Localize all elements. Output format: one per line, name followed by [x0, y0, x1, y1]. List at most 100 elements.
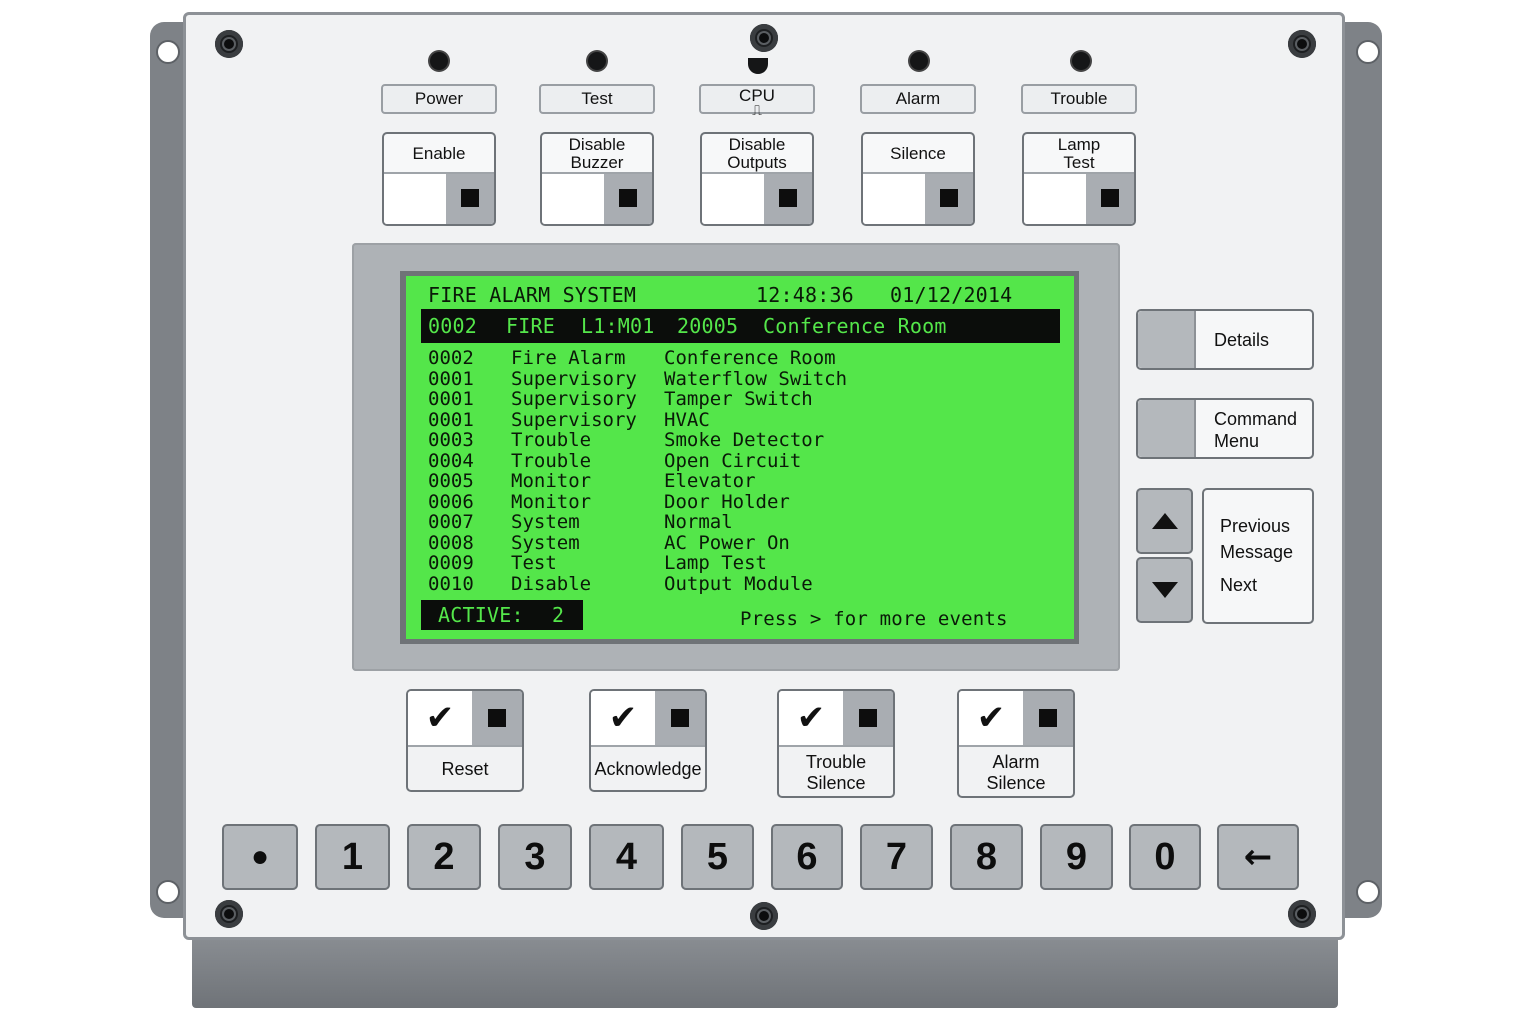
check-icon[interactable]: ✔	[959, 691, 1025, 747]
command-menu-label-line1: Command	[1214, 409, 1298, 429]
silence-button[interactable]	[863, 172, 927, 224]
event-count: 0006	[428, 490, 474, 513]
details-button[interactable]: Details	[1136, 309, 1314, 370]
mounting-hole	[156, 40, 180, 64]
highlight-type: FIRE	[506, 314, 555, 338]
active-count: 2	[552, 603, 565, 627]
event-description: Elevator	[664, 470, 756, 492]
keypad-key-6[interactable]: 6	[771, 824, 843, 890]
enable-key[interactable]: Enable	[382, 132, 496, 226]
event-description: Normal	[664, 511, 733, 533]
pulse-icon: ⎍	[752, 103, 762, 119]
event-type: Trouble	[511, 429, 592, 451]
event-count: 0001	[428, 367, 474, 390]
alarm-led	[910, 52, 928, 70]
silence-indicator-icon	[925, 172, 973, 224]
keypad-key-1[interactable]: 1	[315, 824, 390, 890]
mounting-hole	[156, 880, 180, 904]
lamp-test-indicator-icon	[1086, 172, 1134, 224]
acknowledge-label: Acknowledge	[594, 759, 702, 779]
event-description: HVAC	[664, 408, 710, 431]
alarm-silence-label-line2: Silence	[986, 773, 1046, 793]
trouble-silence-key[interactable]: ✔ Trouble Silence	[777, 689, 895, 798]
next-label: Next	[1220, 575, 1258, 595]
check-icon[interactable]: ✔	[779, 691, 845, 747]
event-type: Fire Alarm	[511, 347, 626, 369]
highlighted-event-bar[interactable]: 0002 FIRE L1:M01 20005 Conference Room	[421, 309, 1060, 343]
event-count: 0007	[428, 511, 474, 533]
screw-icon	[750, 24, 778, 52]
event-type: System	[511, 531, 580, 554]
cpu-label: CPU ⎍	[699, 84, 815, 118]
event-count: 0010	[428, 572, 474, 595]
event-type: Test	[511, 552, 557, 574]
event-count: 0002	[428, 347, 474, 369]
silence-key[interactable]: Silence	[861, 132, 975, 226]
event-description: Tamper Switch	[664, 388, 813, 410]
active-label: ACTIVE:	[438, 603, 524, 627]
alarm-label: Alarm	[860, 84, 976, 114]
command-menu-button[interactable]: Command Menu	[1136, 398, 1314, 459]
event-type: Trouble	[511, 449, 592, 472]
acknowledge-key[interactable]: ✔ Acknowledge	[589, 689, 707, 792]
previous-label: Previous	[1220, 516, 1291, 536]
previous-arrow-button[interactable]	[1136, 488, 1193, 554]
display-footer-hint: Press > for more events	[740, 608, 1008, 630]
keypad-key-9[interactable]: 9	[1040, 824, 1113, 890]
enable-indicator-icon	[446, 172, 494, 224]
check-icon[interactable]: ✔	[591, 691, 657, 747]
event-description: Lamp Test	[664, 552, 767, 574]
highlight-count: 0002	[428, 314, 477, 338]
disable-outputs-label: Disable Outputs	[727, 135, 787, 172]
command-menu-button-pad[interactable]	[1138, 400, 1196, 457]
event-count: 0005	[428, 470, 474, 492]
command-menu-label-line2: Menu	[1214, 431, 1260, 451]
reset-key[interactable]: ✔ Reset	[406, 689, 524, 792]
trouble-led	[1072, 52, 1090, 70]
trouble-silence-indicator-icon	[843, 691, 893, 747]
keypad-key-3[interactable]: 3	[498, 824, 572, 890]
display-time: 12:48:36	[756, 283, 854, 307]
enable-key-label: Enable	[412, 144, 466, 163]
event-count: 0003	[428, 429, 474, 451]
disable-buzzer-key[interactable]: Disable Buzzer	[540, 132, 654, 226]
disable-buzzer-indicator-icon	[604, 172, 652, 224]
check-icon[interactable]: ✔	[408, 691, 474, 747]
screw-icon	[215, 900, 243, 928]
disable-outputs-key[interactable]: Disable Outputs	[700, 132, 814, 226]
details-button-pad[interactable]	[1138, 311, 1196, 368]
screw-icon	[750, 902, 778, 930]
disable-outputs-indicator-icon	[764, 172, 812, 224]
keypad-key-2[interactable]: 2	[407, 824, 481, 890]
arrow-up-icon	[1151, 513, 1178, 529]
keypad-dot-key[interactable]: ●	[222, 824, 298, 890]
alarm-silence-key[interactable]: ✔ Alarm Silence	[957, 689, 1075, 798]
trouble-silence-label-line2: Silence	[806, 773, 866, 793]
event-description: Conference Room	[664, 347, 836, 369]
keypad-key-0[interactable]: 0	[1129, 824, 1201, 890]
keypad-key-7[interactable]: 7	[860, 824, 933, 890]
enable-button[interactable]	[384, 172, 448, 224]
keypad-key-8[interactable]: 8	[950, 824, 1023, 890]
lamp-test-button[interactable]	[1024, 172, 1088, 224]
event-type: Monitor	[511, 470, 592, 492]
alarm-silence-label-line1: Alarm	[992, 752, 1040, 772]
active-count-box: ACTIVE: 2	[421, 600, 583, 630]
reset-indicator-icon	[472, 691, 522, 747]
next-arrow-button[interactable]	[1136, 557, 1193, 623]
highlight-zone: 20005	[677, 314, 739, 338]
event-description: Waterflow Switch	[664, 367, 848, 390]
arrow-down-icon	[1151, 582, 1178, 598]
lamp-test-key[interactable]: Lamp Test	[1022, 132, 1136, 226]
trouble-label: Trouble	[1021, 84, 1137, 114]
disable-buzzer-button[interactable]	[542, 172, 606, 224]
keypad-key-4[interactable]: 4	[589, 824, 664, 890]
event-type: Disable	[511, 572, 592, 595]
reset-label: Reset	[441, 759, 489, 779]
disable-outputs-button[interactable]	[702, 172, 766, 224]
event-description: AC Power On	[664, 531, 790, 554]
keypad-key-5[interactable]: 5	[681, 824, 754, 890]
backspace-key[interactable]: ←	[1217, 824, 1299, 890]
trouble-silence-label-line1: Trouble	[805, 752, 867, 772]
lcd-screen: FIRE ALARM SYSTEM 12:48:36 01/12/2014 00…	[406, 276, 1074, 639]
